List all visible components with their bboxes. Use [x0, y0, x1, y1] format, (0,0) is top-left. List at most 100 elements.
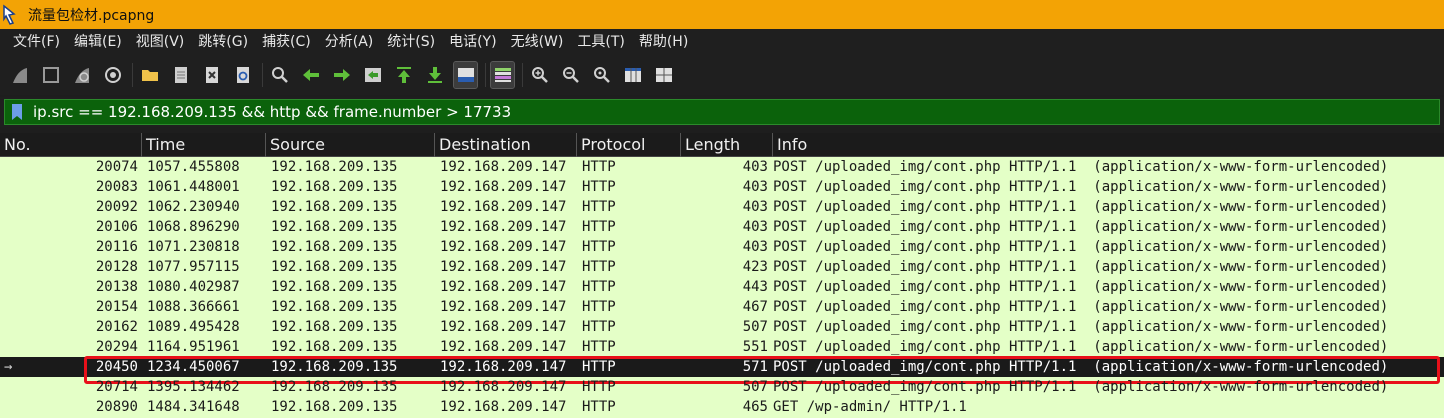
- packet-time: 1164.951961: [147, 339, 240, 355]
- packet-protocol: HTTP: [582, 239, 616, 255]
- packet-row[interactable]: 20162 1089.495428 192.168.209.135 192.168.2…: [0, 317, 1444, 337]
- menu-tools[interactable]: 工具(T): [570, 29, 631, 55]
- layout-icon[interactable]: [652, 62, 675, 88]
- packet-protocol: HTTP: [582, 359, 616, 375]
- packet-protocol: HTTP: [582, 179, 616, 195]
- column-header-protocol[interactable]: Protocol: [577, 133, 681, 157]
- packet-source: 192.168.209.135: [271, 279, 398, 295]
- packet-number: 20128: [95, 259, 138, 275]
- packet-destination: 192.168.209.147: [440, 219, 567, 235]
- menu-help[interactable]: 帮助(H): [632, 29, 695, 55]
- packet-list-header: No. Time Source Destination Protocol Len…: [0, 133, 1444, 157]
- first-packet-icon[interactable]: [392, 62, 415, 88]
- packet-source: 192.168.209.135: [271, 219, 398, 235]
- packet-time: 1080.402987: [147, 279, 240, 295]
- autoscroll-icon[interactable]: [453, 61, 478, 89]
- menu-view[interactable]: 视图(V): [129, 29, 192, 55]
- resize-columns-icon[interactable]: [621, 62, 644, 88]
- packet-info: POST /uploaded_img/cont.php HTTP/1.1 (ap…: [773, 299, 1389, 315]
- packet-protocol: HTTP: [582, 259, 616, 275]
- find-packet-icon[interactable]: [268, 62, 291, 88]
- menu-telephony[interactable]: 电话(Y): [442, 29, 503, 55]
- go-back-icon[interactable]: [299, 62, 322, 88]
- toolbar-separator: [132, 63, 133, 87]
- packet-number: 20162: [95, 319, 138, 335]
- packet-source: 192.168.209.135: [271, 399, 398, 415]
- packet-time: 1395.134462: [147, 379, 240, 395]
- packet-length: 507: [742, 319, 768, 335]
- open-file-icon[interactable]: [138, 62, 161, 88]
- column-header-destination[interactable]: Destination: [435, 133, 577, 157]
- zoom-normal-icon[interactable]: [590, 62, 613, 88]
- last-packet-icon[interactable]: [423, 62, 446, 88]
- packet-length: 403: [742, 219, 768, 235]
- title-bar: 流量包检材.pcapng: [0, 0, 1444, 29]
- column-header-no[interactable]: No.: [0, 133, 142, 157]
- packet-source: 192.168.209.135: [271, 199, 398, 215]
- reload-file-icon[interactable]: [231, 62, 254, 88]
- packet-destination: 192.168.209.147: [440, 179, 567, 195]
- window-title: 流量包检材.pcapng: [28, 7, 155, 24]
- menu-statistics[interactable]: 统计(S): [380, 29, 442, 55]
- wireshark-app-icon: [2, 3, 24, 26]
- zoom-out-icon[interactable]: [559, 62, 582, 88]
- capture-options-icon[interactable]: [101, 62, 124, 88]
- packet-row[interactable]: 20128 1077.957115 192.168.209.135 192.168.2…: [0, 257, 1444, 277]
- menu-edit[interactable]: 编辑(E): [67, 29, 129, 55]
- column-header-source[interactable]: Source: [266, 133, 435, 157]
- display-filter-input[interactable]: ip.src == 192.168.209.135 && http && fra…: [4, 99, 1440, 125]
- menu-analyze[interactable]: 分析(A): [318, 29, 381, 55]
- packet-source: 192.168.209.135: [271, 239, 398, 255]
- packet-time: 1077.957115: [147, 259, 240, 275]
- column-header-info[interactable]: Info: [773, 133, 1444, 157]
- bookmark-icon[interactable]: [11, 103, 25, 121]
- packet-time: 1088.366661: [147, 299, 240, 315]
- packet-list: No. Time Source Destination Protocol Len…: [0, 133, 1444, 418]
- packet-destination: 192.168.209.147: [440, 299, 567, 315]
- packet-row[interactable]: 20083 1061.448001 192.168.209.135 192.168.2…: [0, 177, 1444, 197]
- packet-length: 551: [742, 339, 768, 355]
- menu-wireless[interactable]: 无线(W): [504, 29, 571, 55]
- packet-row[interactable]: 20116 1071.230818 192.168.209.135 192.168.2…: [0, 237, 1444, 257]
- packet-row[interactable]: 20294 1164.951961 192.168.209.135 192.168.2…: [0, 337, 1444, 357]
- packet-row[interactable]: 20890 1484.341648 192.168.209.135 192.168.2…: [0, 397, 1444, 417]
- packet-row[interactable]: 20092 1062.230940 192.168.209.135 192.168.2…: [0, 197, 1444, 217]
- menu-capture[interactable]: 捕获(C): [255, 29, 318, 55]
- packet-time: 1089.495428: [147, 319, 240, 335]
- go-forward-icon[interactable]: [330, 62, 353, 88]
- packet-destination: 192.168.209.147: [440, 319, 567, 335]
- packet-time: 1061.448001: [147, 179, 240, 195]
- selected-packet-arrow-icon: →: [4, 359, 13, 375]
- packet-protocol: HTTP: [582, 199, 616, 215]
- zoom-in-icon[interactable]: [528, 62, 551, 88]
- packet-protocol: HTTP: [582, 339, 616, 355]
- packet-row-selected[interactable]: → 20450 1234.450067 192.168.209.135 192.168.…: [0, 356, 1444, 384]
- packet-number: 20074: [95, 159, 138, 175]
- packet-number: 20083: [95, 179, 138, 195]
- save-file-icon[interactable]: [169, 62, 192, 88]
- packet-row[interactable]: 20154 1088.366661 192.168.209.135 192.168.2…: [0, 297, 1444, 317]
- menu-go[interactable]: 跳转(G): [191, 29, 255, 55]
- packet-destination: 192.168.209.147: [440, 199, 567, 215]
- packet-source: 192.168.209.135: [271, 319, 398, 335]
- colorize-icon[interactable]: [490, 61, 515, 89]
- packet-number: 20116: [95, 239, 138, 255]
- column-header-length[interactable]: Length: [681, 133, 773, 157]
- packet-row[interactable]: 20714 1395.134462 192.168.209.135 192.168.2…: [0, 377, 1444, 397]
- packet-protocol: HTTP: [582, 159, 616, 175]
- go-to-packet-icon[interactable]: [361, 62, 384, 88]
- packet-info: GET /wp-admin/ HTTP/1.1: [773, 399, 967, 415]
- packet-row[interactable]: 20106 1068.896290 192.168.209.135 192.168.2…: [0, 217, 1444, 237]
- packet-destination: 192.168.209.147: [440, 239, 567, 255]
- menu-file[interactable]: 文件(F): [6, 29, 67, 55]
- packet-row[interactable]: 20138 1080.402987 192.168.209.135 192.168.2…: [0, 277, 1444, 297]
- packet-source: 192.168.209.135: [271, 179, 398, 195]
- column-header-time[interactable]: Time: [142, 133, 266, 157]
- restart-capture-icon[interactable]: [70, 62, 93, 88]
- start-capture-icon[interactable]: [8, 62, 31, 88]
- stop-capture-icon[interactable]: [39, 62, 62, 88]
- packet-row[interactable]: 20074 1057.455808 192.168.209.135 192.168.2…: [0, 157, 1444, 177]
- close-file-icon[interactable]: [200, 62, 223, 88]
- filter-expression[interactable]: ip.src == 192.168.209.135 && http && fra…: [33, 103, 511, 121]
- packet-number: → 20450: [0, 357, 142, 377]
